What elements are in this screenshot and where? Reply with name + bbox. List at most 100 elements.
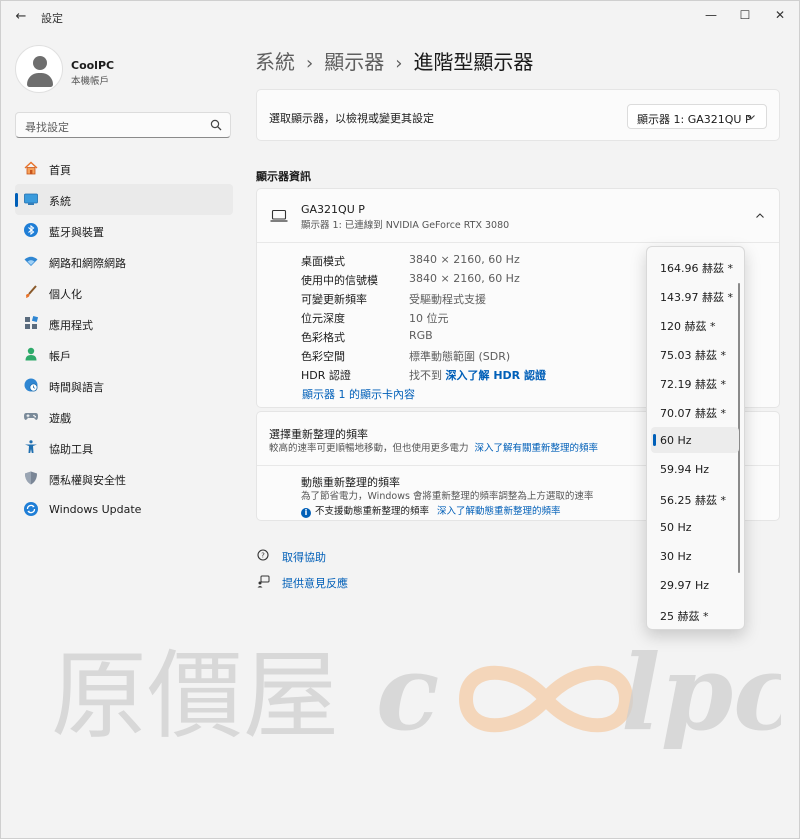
- sidebar-label: 網路和網際網路: [49, 257, 126, 270]
- info-key: 色彩格式: [301, 331, 345, 344]
- sidebar-item-time-language[interactable]: 時間與語言: [15, 370, 233, 401]
- sidebar-item-personalization[interactable]: 個人化: [15, 277, 233, 308]
- refresh-rate-option[interactable]: 30 Hz: [651, 543, 739, 569]
- refresh-rate-option[interactable]: 72.19 赫茲 *: [651, 369, 739, 395]
- refresh-rate-option[interactable]: 50 Hz: [651, 514, 739, 540]
- sidebar-item-system[interactable]: 系統: [15, 184, 233, 215]
- info-key: 可變更新頻率: [301, 293, 367, 306]
- svg-text:?: ?: [261, 552, 265, 560]
- display-dropdown[interactable]: 顯示器 1: GA321QU P: [627, 104, 767, 129]
- watermark-c: c: [376, 631, 439, 749]
- sidebar-item-bluetooth[interactable]: 藍牙與裝置: [15, 215, 233, 246]
- breadcrumb-system-link[interactable]: 系統: [255, 50, 295, 74]
- refresh-rate-option[interactable]: 70.07 赫茲 *: [651, 398, 739, 424]
- sidebar-nav: 首頁 系統 藍牙與裝置 網路和網際網路 個人化 應用程式 帳戶 時間與語言 遊戲…: [15, 153, 233, 525]
- sidebar-label: 遊戲: [49, 412, 71, 425]
- adapter-properties-link[interactable]: 顯示器 1 的顯示卡內容: [302, 386, 415, 402]
- sidebar-item-privacy-security[interactable]: 隱私權與安全性: [15, 463, 233, 494]
- apps-icon: [25, 315, 39, 329]
- dynamic-refresh-desc: 為了節省電力，Windows 會將重新整理的頻率調整為上方選取的速率: [301, 491, 594, 502]
- refresh-rate-option[interactable]: 56.25 赫茲 *: [651, 485, 739, 511]
- sidebar-item-windows-update[interactable]: Windows Update: [15, 494, 233, 525]
- minimize-button[interactable]: —: [697, 5, 725, 25]
- refresh-rate-option[interactable]: 25 赫茲 *: [651, 601, 739, 627]
- sidebar-item-home[interactable]: 首頁: [15, 153, 233, 184]
- hdr-learn-more-link[interactable]: 深入了解 HDR 認證: [446, 369, 546, 382]
- display-select-label: 選取顯示器，以檢視或變更其設定: [269, 112, 434, 125]
- breadcrumb-separator: ›: [306, 53, 314, 74]
- refresh-rate-option[interactable]: 164.96 赫茲 *: [651, 253, 739, 279]
- close-button[interactable]: ✕: [766, 5, 794, 25]
- sidebar-label: Windows Update: [49, 503, 142, 516]
- refresh-rate-option-label: 59.94 Hz: [660, 463, 710, 476]
- display-dropdown-value: 顯示器 1: GA321QU P: [637, 113, 752, 126]
- settings-window: ← 設定 — ☐ ✕ CoolPC 本機帳戶 尋找設定 首頁 系統 藍牙與裝置 …: [0, 0, 800, 839]
- dynamic-refresh-note-text: 不支援動態重新整理的頻率: [315, 506, 430, 517]
- info-key: 使用中的信號模: [301, 274, 378, 287]
- chevron-up-icon[interactable]: [755, 211, 765, 221]
- refresh-rate-option[interactable]: 60 Hz: [651, 427, 739, 453]
- sidebar-label: 隱私權與安全性: [49, 474, 126, 487]
- chevron-down-icon: [747, 115, 755, 120]
- breadcrumb-display-link[interactable]: 顯示器: [324, 50, 384, 74]
- window-title: 設定: [41, 12, 63, 25]
- refresh-rate-option-label: 120 赫茲 *: [660, 320, 716, 333]
- refresh-rate-option[interactable]: 59.94 Hz: [651, 456, 739, 482]
- search-icon[interactable]: [210, 119, 222, 131]
- watermark-infinity-icon: [458, 665, 634, 733]
- sidebar-item-accessibility[interactable]: 協助工具: [15, 432, 233, 463]
- sidebar-item-gaming[interactable]: 遊戲: [15, 401, 233, 432]
- sidebar-item-apps[interactable]: 應用程式: [15, 308, 233, 339]
- dynamic-refresh-learn-more-link[interactable]: 深入了解動態重新整理的頻率: [437, 506, 561, 517]
- refresh-rate-option-label: 56.25 赫茲 *: [660, 494, 726, 507]
- shield-icon: [25, 471, 37, 485]
- info-key: 桌面模式: [301, 255, 345, 268]
- monitor-connection: 顯示器 1: 已連線到 NVIDIA GeForce RTX 3080: [301, 220, 510, 231]
- refresh-rate-desc: 較高的速率可更順暢地移動，但也使用更多電力 深入了解有關重新整理的頻率: [269, 440, 598, 454]
- help-chat-icon: ?: [257, 549, 269, 561]
- avatar-head-icon: [33, 56, 47, 70]
- profile-name: CoolPC: [71, 59, 115, 72]
- laptop-icon: [270, 209, 288, 222]
- refresh-rate-option-label: 25 赫茲 *: [660, 610, 709, 623]
- search-placeholder: 尋找設定: [25, 121, 69, 134]
- info-key: HDR 認證: [301, 369, 351, 382]
- back-button[interactable]: ←: [13, 9, 29, 25]
- watermark-chinese: 原價屋: [51, 640, 339, 749]
- coolpc-watermark-logo: 原價屋 c lpc: [51, 631, 781, 749]
- monitor-name: GA321QU P: [301, 203, 365, 216]
- info-value: RGB: [409, 329, 433, 342]
- feedback-link[interactable]: 提供意見反應: [257, 575, 377, 590]
- sidebar-item-network[interactable]: 網路和網際網路: [15, 246, 233, 277]
- update-icon: [24, 502, 38, 516]
- refresh-rate-option[interactable]: 143.97 赫茲 *: [651, 282, 739, 308]
- settings-search-input[interactable]: 尋找設定: [15, 112, 231, 138]
- refresh-rate-option-label: 75.03 赫茲 *: [660, 349, 726, 362]
- sidebar-label: 應用程式: [49, 319, 93, 332]
- feedback-icon: [257, 575, 270, 588]
- watermark-lpc: lpc: [621, 631, 781, 749]
- refresh-rate-option-label: 29.97 Hz: [660, 579, 710, 592]
- brush-icon: [26, 285, 37, 298]
- info-key: 色彩空間: [301, 350, 345, 363]
- display-info-header[interactable]: GA321QU P 顯示器 1: 已連線到 NVIDIA GeForce RTX…: [257, 189, 779, 243]
- display-select-card: 選取顯示器，以檢視或變更其設定 顯示器 1: GA321QU P: [256, 89, 780, 141]
- avatar-body-icon: [27, 73, 53, 87]
- refresh-rate-option-label: 60 Hz: [660, 434, 692, 447]
- sidebar-item-accounts[interactable]: 帳戶: [15, 339, 233, 370]
- refresh-rate-option[interactable]: 29.97 Hz: [651, 572, 739, 598]
- sidebar-label: 時間與語言: [49, 381, 104, 394]
- info-value: 受驅動程式支援: [409, 293, 486, 306]
- refresh-rate-option[interactable]: 120 赫茲 *: [651, 311, 739, 337]
- avatar: [15, 45, 63, 93]
- refresh-rate-option-label: 72.19 赫茲 *: [660, 378, 726, 391]
- globe-clock-icon: [24, 378, 38, 392]
- refresh-rate-option-label: 143.97 赫茲 *: [660, 291, 733, 304]
- maximize-button[interactable]: ☐: [731, 5, 759, 25]
- get-help-link[interactable]: ? 取得協助: [257, 549, 377, 564]
- sidebar-label: 藍牙與裝置: [49, 226, 104, 239]
- refresh-rate-option[interactable]: 75.03 赫茲 *: [651, 340, 739, 366]
- info-value: 標準動態範圍 (SDR): [409, 350, 511, 363]
- refresh-rate-flyout: 164.96 赫茲 * 143.97 赫茲 * 120 赫茲 * 75.03 赫茲 *…: [646, 246, 745, 630]
- refresh-rate-learn-more-link[interactable]: 深入了解有關重新整理的頻率: [475, 443, 599, 454]
